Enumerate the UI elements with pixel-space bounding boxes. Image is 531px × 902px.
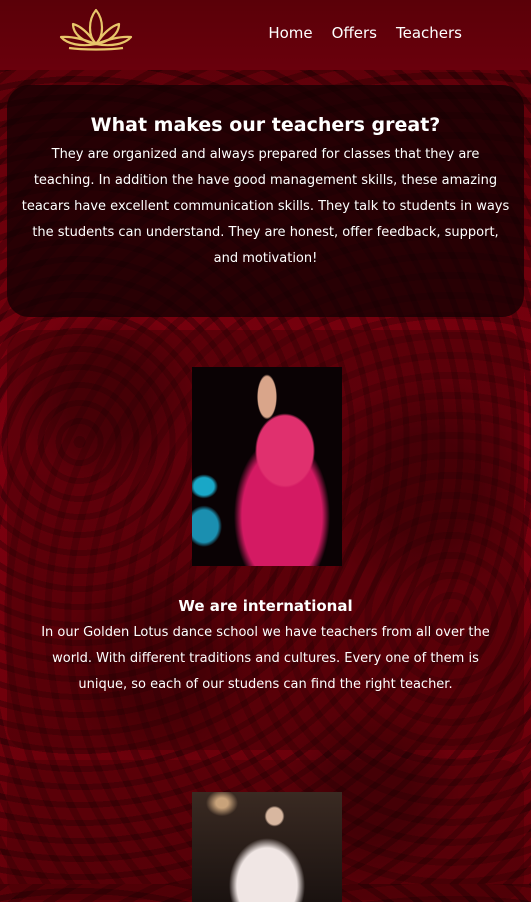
nav-home-link[interactable]: Home <box>268 24 312 42</box>
dancer-photo-2 <box>192 792 342 902</box>
nav-offers-link[interactable]: Offers <box>332 24 377 42</box>
international-section: We are international In our Golden Lotus… <box>7 330 524 750</box>
section-title: What makes our teachers great? <box>90 114 441 136</box>
lotus-icon[interactable] <box>55 6 137 52</box>
dancer-photo <box>192 367 342 566</box>
intro-paragraph: They are organized and always prepared f… <box>21 147 510 266</box>
main-nav: Home Offers Teachers <box>268 24 462 42</box>
next-section <box>7 760 524 902</box>
international-title: We are international <box>178 597 353 615</box>
navbar: Home Offers Teachers <box>0 0 531 70</box>
nav-teachers-link[interactable]: Teachers <box>396 24 462 42</box>
international-paragraph: In our Golden Lotus dance school we have… <box>41 625 490 692</box>
teachers-great-section: What makes our teachers great? They are … <box>7 85 524 317</box>
